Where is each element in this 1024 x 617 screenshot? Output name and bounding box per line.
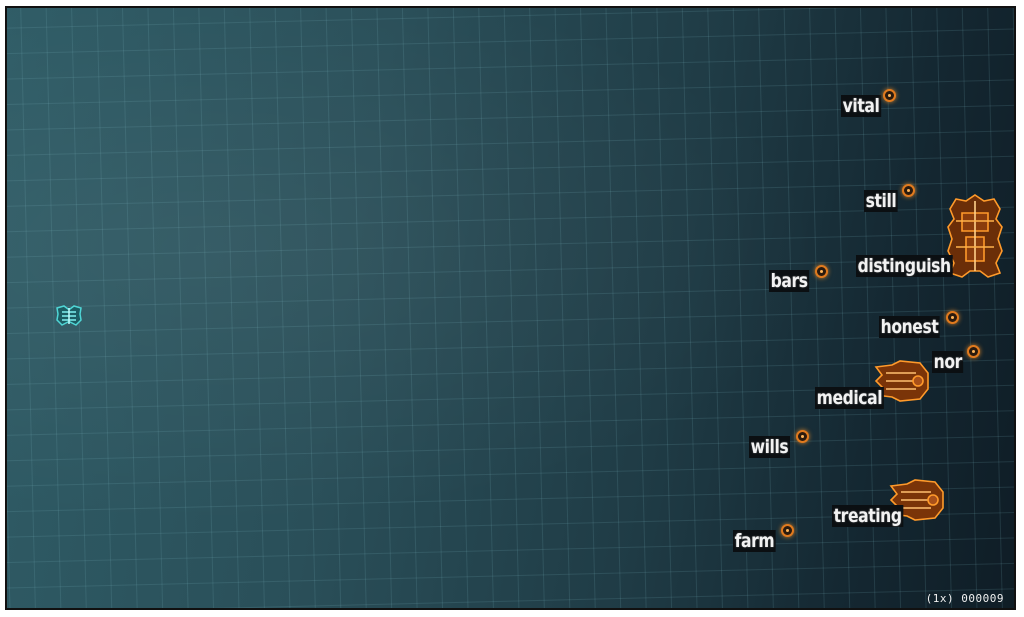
target-mine-icon <box>781 524 794 537</box>
target-word: vital <box>841 95 882 117</box>
target-word: medical <box>815 387 884 409</box>
score-display: (1x) 000009 <box>926 592 1004 605</box>
target-mine-icon <box>815 265 828 278</box>
target-word: distinguish <box>856 255 953 277</box>
target-word: wills <box>749 436 790 458</box>
target-word: nor <box>932 351 964 373</box>
target-mine-icon <box>883 89 896 102</box>
multiplier-label: (1x) <box>925 592 955 605</box>
target-word: farm <box>733 530 776 552</box>
game-viewport[interactable]: vital still distinguish bars honest nor … <box>5 6 1016 610</box>
target-word: bars <box>769 270 810 292</box>
enemy-mothership-icon <box>947 194 1003 278</box>
score-value: 000009 <box>961 592 1004 605</box>
target-mine-icon <box>902 184 915 197</box>
target-word: honest <box>879 316 941 338</box>
target-mine-icon <box>796 430 809 443</box>
target-word: still <box>864 190 898 212</box>
target-mine-icon <box>946 311 959 324</box>
target-mine-icon <box>967 345 980 358</box>
player-ship-icon <box>56 305 82 326</box>
target-word: treating <box>832 505 904 527</box>
